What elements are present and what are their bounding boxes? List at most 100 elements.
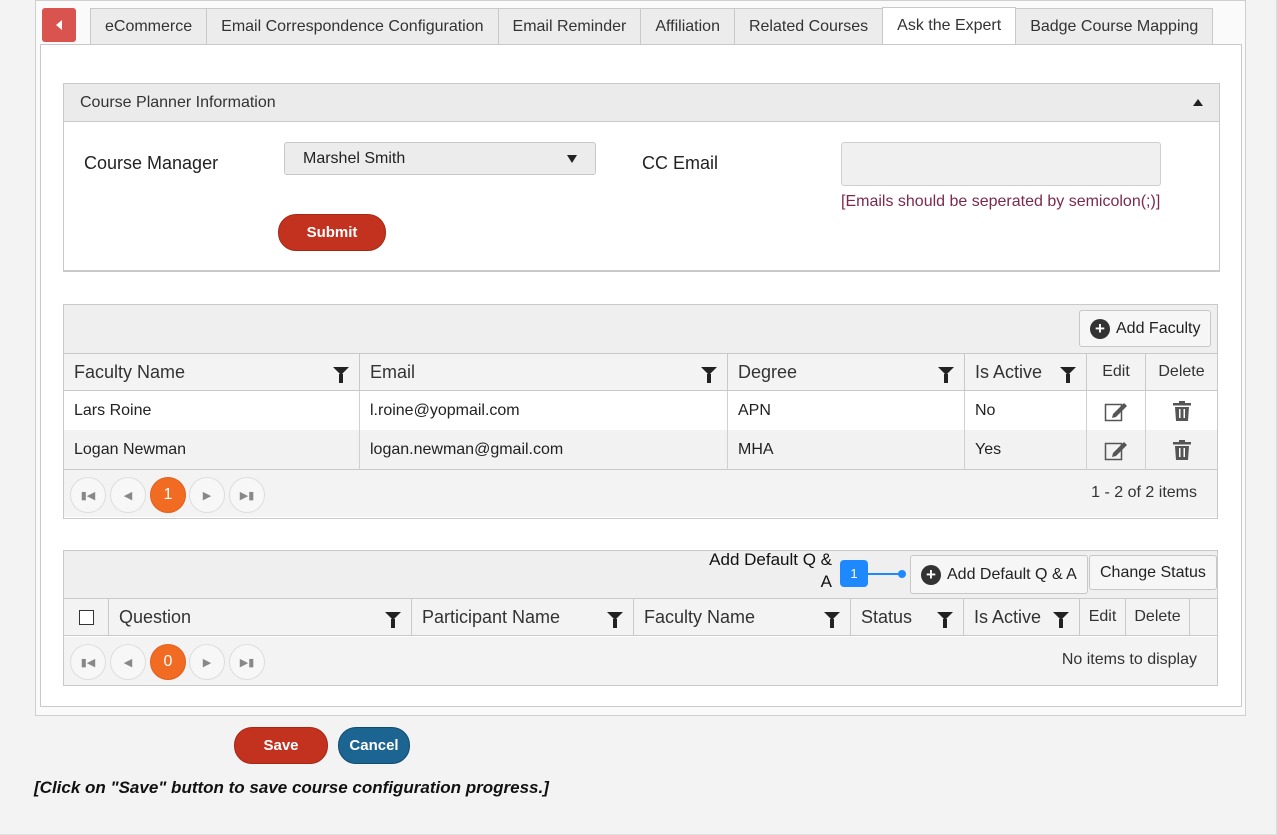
cc-email-field[interactable] — [841, 142, 1161, 186]
col-email[interactable]: Email — [360, 354, 728, 390]
col-label: Participant Name — [422, 606, 561, 627]
qa-pager: ▮◀ ◀ 0 ▶ ▶▮ No items to display — [64, 637, 1217, 685]
first-page-icon[interactable]: ▮◀ — [70, 644, 106, 680]
trash-icon[interactable] — [1146, 391, 1217, 430]
edit-icon[interactable] — [1087, 430, 1146, 469]
edit-icon[interactable] — [1087, 391, 1146, 430]
checkbox[interactable] — [78, 609, 94, 625]
filter-icon[interactable] — [333, 367, 349, 383]
plus-icon: + — [1090, 318, 1110, 339]
col-status[interactable]: Status — [851, 599, 964, 635]
trash-icon[interactable] — [1146, 430, 1217, 469]
tab-ecommerce[interactable]: eCommerce — [90, 8, 208, 44]
prev-page-icon[interactable]: ◀ — [110, 644, 146, 680]
tab-badge-course-mapping[interactable]: Badge Course Mapping — [1015, 8, 1214, 44]
course-manager-value: Marshel Smith — [303, 149, 406, 167]
tour-callout-text: Add Default Q & A — [700, 549, 832, 593]
cell-is-active: No — [965, 391, 1087, 430]
current-page[interactable]: 1 — [150, 477, 186, 513]
course-manager-select[interactable]: Marshel Smith — [284, 142, 596, 175]
col-label: Question — [119, 606, 192, 627]
collapse-icon[interactable] — [1193, 99, 1203, 106]
last-page-icon[interactable]: ▶▮ — [229, 477, 265, 513]
course-manager-label: Course Manager — [84, 153, 219, 173]
current-page[interactable]: 0 — [150, 644, 186, 680]
panel-header[interactable]: Course Planner Information — [64, 84, 1219, 122]
cell-email: logan.newman@gmail.com — [360, 430, 728, 469]
submit-button[interactable]: Submit — [278, 214, 386, 251]
tab-strip: eCommerce Email Correspondence Configura… — [42, 7, 1214, 44]
prev-page-icon[interactable]: ◀ — [110, 477, 146, 513]
filter-icon[interactable] — [938, 367, 954, 383]
cc-email-hint: [Emails should be seperated by semicolon… — [841, 193, 1161, 210]
pager-info: No items to display — [1061, 651, 1197, 668]
pager-info: 1 - 2 of 2 items — [1091, 484, 1197, 501]
filter-icon[interactable] — [385, 612, 401, 628]
col-label: Is Active — [974, 606, 1042, 627]
next-page-icon[interactable]: ▶ — [189, 644, 225, 680]
add-faculty-label: Add Faculty — [1116, 319, 1201, 337]
chevron-down-icon — [567, 154, 577, 163]
add-default-qa-label: Add Default Q & A — [947, 565, 1077, 583]
chevron-left-icon — [56, 20, 62, 30]
faculty-header-row: Faculty Name Email Degree Is Active Edit… — [64, 354, 1217, 391]
panel-title: Course Planner Information — [80, 93, 276, 111]
callout-line-1: Add Default Q & — [709, 550, 832, 569]
save-button[interactable]: Save — [234, 727, 328, 764]
cell-is-active: Yes — [965, 430, 1087, 469]
col-is-active[interactable]: Is Active — [965, 354, 1087, 390]
col-label: Is Active — [975, 361, 1043, 382]
faculty-pager: ▮◀ ◀ 1 ▶ ▶▮ 1 - 2 of 2 items — [64, 469, 1217, 517]
col-label: Faculty Name — [74, 361, 186, 382]
qa-header-row: Question Participant Name Faculty Name S… — [64, 599, 1217, 636]
cell-degree: MHA — [728, 430, 965, 469]
col-label: Faculty Name — [644, 606, 756, 627]
cell-faculty-name: Logan Newman — [64, 430, 360, 469]
change-status-button[interactable]: Change Status — [1089, 555, 1217, 590]
faculty-toolbar: + Add Faculty — [64, 305, 1217, 354]
last-page-icon[interactable]: ▶▮ — [229, 644, 265, 680]
col-faculty-name[interactable]: Faculty Name — [64, 354, 360, 390]
tour-connector — [868, 573, 900, 575]
col-edit: Edit — [1080, 599, 1126, 635]
qa-toolbar: + Add Default Q & A Change Status — [64, 551, 1217, 599]
next-page-icon[interactable]: ▶ — [189, 477, 225, 513]
filter-icon[interactable] — [937, 612, 953, 628]
tour-step-badge[interactable]: 1 — [840, 560, 868, 587]
faculty-grid: + Add Faculty Faculty Name Email Degree … — [63, 304, 1218, 519]
save-note: [Click on "Save" button to save course c… — [34, 778, 549, 797]
cell-faculty-name: Lars Roine — [64, 391, 360, 430]
tab-affiliation[interactable]: Affiliation — [640, 8, 735, 44]
table-row: Logan Newman logan.newman@gmail.com MHA … — [64, 430, 1217, 469]
col-participant-name[interactable]: Participant Name — [412, 599, 634, 635]
filter-icon[interactable] — [824, 612, 840, 628]
filter-icon[interactable] — [1053, 612, 1069, 628]
cancel-button[interactable]: Cancel — [338, 727, 410, 764]
callout-line-2: A — [820, 572, 832, 591]
tab-email-correspondence[interactable]: Email Correspondence Configuration — [206, 8, 499, 44]
add-faculty-button[interactable]: + Add Faculty — [1079, 310, 1212, 347]
col-label: Status — [861, 606, 913, 627]
tour-dot — [898, 570, 906, 578]
tab-ask-the-expert[interactable]: Ask the Expert — [882, 7, 1017, 44]
col-delete: Delete — [1158, 363, 1205, 380]
cell-email: l.roine@yopmail.com — [360, 391, 728, 430]
col-is-active[interactable]: Is Active — [964, 599, 1080, 635]
filter-icon[interactable] — [1060, 367, 1076, 383]
col-question[interactable]: Question — [109, 599, 412, 635]
tab-email-reminder[interactable]: Email Reminder — [497, 8, 642, 44]
plus-icon: + — [921, 564, 941, 585]
col-label: Degree — [738, 361, 798, 382]
back-button[interactable] — [42, 8, 76, 42]
table-row: Lars Roine l.roine@yopmail.com APN No — [64, 391, 1217, 430]
cc-email-label: CC Email — [642, 153, 719, 173]
first-page-icon[interactable]: ▮◀ — [70, 477, 106, 513]
col-edit: Edit — [1087, 354, 1146, 390]
col-faculty-name[interactable]: Faculty Name — [634, 599, 851, 635]
tab-related-courses[interactable]: Related Courses — [733, 8, 884, 44]
select-all-checkbox[interactable] — [64, 599, 109, 635]
filter-icon[interactable] — [607, 612, 623, 628]
col-degree[interactable]: Degree — [728, 354, 965, 390]
filter-icon[interactable] — [701, 367, 717, 383]
add-default-qa-button[interactable]: + Add Default Q & A — [910, 555, 1088, 594]
